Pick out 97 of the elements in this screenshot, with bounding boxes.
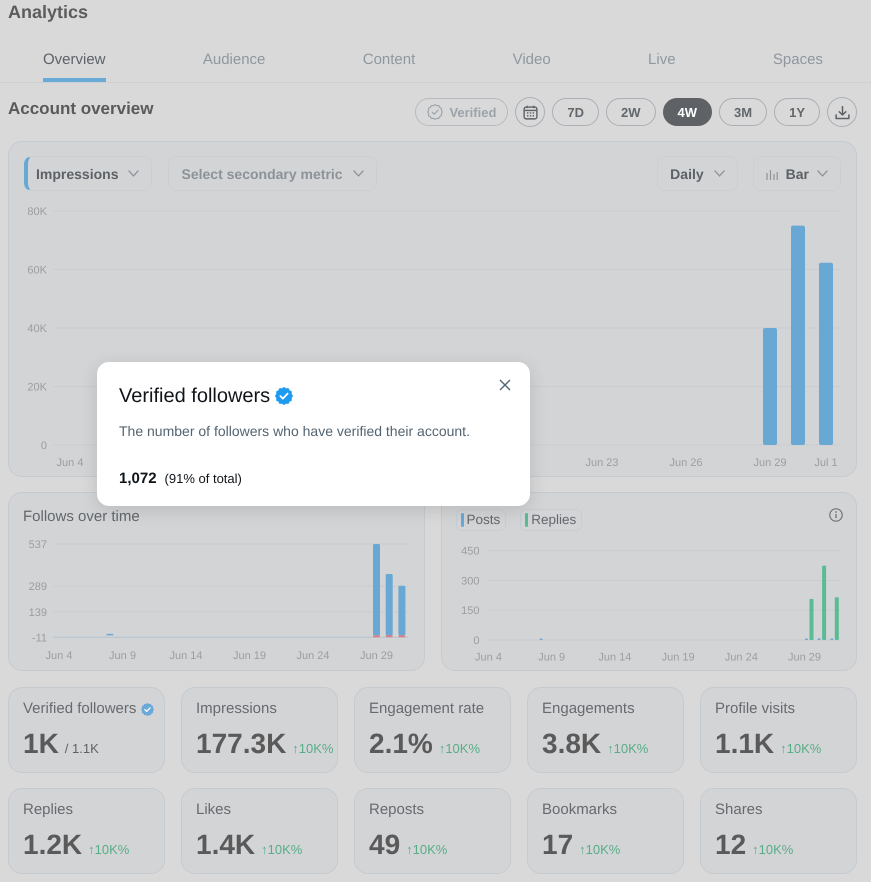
stat-value: 12: [715, 829, 746, 861]
axis-label: 80K: [27, 206, 47, 218]
axis-label: Jun 24: [724, 652, 758, 664]
stat-value: 1K: [23, 728, 59, 760]
axis-label: Jun 4: [56, 457, 84, 469]
interval-dropdown[interactable]: Daily: [657, 156, 738, 191]
stat-change: ↑10K%: [292, 740, 334, 758]
axis-label: 60K: [27, 264, 47, 276]
stat-value: 1.2K: [23, 829, 82, 861]
range-button[interactable]: 4W: [662, 98, 712, 126]
page-title: Analytics: [7, 1, 90, 24]
stat-label: Bookmarks: [542, 800, 618, 820]
axis-label: Jun 29: [787, 652, 821, 664]
calendar-button[interactable]: [515, 97, 546, 127]
axis-label: Jun 9: [109, 650, 136, 662]
info-icon[interactable]: [829, 508, 843, 522]
section-title: Account overview: [8, 98, 154, 120]
nav-tab[interactable]: Overview: [43, 24, 106, 82]
range-button[interactable]: 7D: [552, 98, 600, 126]
stat-value: 1.1K: [715, 728, 774, 760]
range-button[interactable]: 2W: [606, 98, 656, 126]
stat-label: Likes: [196, 800, 232, 820]
axis-label: 537: [28, 539, 47, 551]
stat-change: ↑10K%: [780, 740, 822, 758]
metric-dropdown[interactable]: Impressions: [24, 156, 152, 191]
stat-value: 1.4K: [196, 829, 256, 861]
verified-badge-icon: [427, 104, 444, 120]
stat-label: Profile visits: [715, 699, 796, 719]
axis-label: 450: [460, 546, 479, 558]
secondary-metric-dropdown[interactable]: Select secondary metric: [168, 156, 377, 191]
axis-label: Jun 9: [538, 652, 565, 664]
stat-label: Shares: [715, 800, 763, 820]
stat-label: Reposts: [369, 800, 424, 820]
axis-label: 300: [460, 576, 479, 588]
axis-label: Jun 29: [753, 457, 787, 469]
range-button[interactable]: 1Y: [774, 98, 820, 126]
nav-tab[interactable]: Audience: [202, 24, 266, 82]
download-button[interactable]: [827, 97, 857, 127]
stat-change: ↑10K%: [88, 841, 130, 859]
popover-description: The number of followers who have verified their account.: [119, 422, 470, 441]
stat-label: Engagements: [542, 699, 635, 719]
axis-label: 0: [40, 440, 47, 452]
stat-label: Verified followers: [23, 699, 136, 719]
bar-chart-icon: [766, 168, 778, 180]
axis-label: Jun 14: [598, 652, 631, 664]
popover-value: 1,072: [119, 469, 157, 489]
axis-label: -11: [32, 632, 47, 644]
axis-label: 150: [460, 605, 479, 618]
axis-label: Jun 29: [360, 650, 394, 662]
stat-change: ↑10K%: [579, 841, 620, 859]
legend-toggle[interactable]: Posts: [456, 509, 506, 531]
chevron-down-icon: [817, 170, 828, 177]
axis-label: 40K: [27, 323, 47, 335]
stat-total: / 1.1K: [64, 740, 99, 758]
stat-label: Impressions: [196, 699, 277, 719]
stat-label: Engagement rate: [369, 699, 484, 719]
chevron-down-icon: [128, 170, 140, 177]
chart-bar: [809, 598, 813, 640]
range-button[interactable]: 3M: [719, 98, 768, 126]
nav-tab[interactable]: Content: [362, 24, 416, 82]
chevron-down-icon: [352, 170, 364, 177]
axis-label: Jun 4: [46, 650, 72, 662]
axis-label: Jul 1: [814, 457, 838, 469]
download-icon: [834, 104, 850, 120]
axis-label: 139: [28, 606, 47, 619]
axis-label: Jun 24: [296, 650, 330, 662]
stat-value: 177.3K: [196, 728, 286, 760]
axis-label: 0: [472, 635, 479, 647]
nav-tab[interactable]: Spaces: [772, 24, 823, 82]
calendar-icon: [522, 104, 538, 120]
nav-tab[interactable]: Video: [512, 24, 551, 82]
stat-value: 49: [369, 829, 400, 861]
axis-label: Jun 14: [169, 650, 203, 662]
stat-value: 3.8K: [542, 728, 602, 760]
stat-value: 17: [542, 829, 574, 861]
axis-label: 20K: [27, 382, 47, 394]
axis-label: Jun 23: [585, 457, 619, 469]
stat-change: ↑10K%: [752, 841, 794, 859]
chevron-down-icon: [714, 170, 725, 177]
stat-change: ↑10K%: [406, 841, 448, 859]
legend-toggle[interactable]: Replies: [520, 509, 582, 531]
axis-label: Jun 19: [661, 652, 694, 664]
stat-change: ↑10K%: [438, 740, 480, 758]
close-icon: [499, 379, 511, 391]
stat-label: Replies: [23, 800, 74, 820]
axis-label: Jun 26: [669, 457, 703, 469]
stat-change: ↑10K%: [261, 841, 302, 859]
popover-share: (91% of total): [164, 470, 242, 488]
popover-title: Verified followers: [119, 384, 270, 408]
nav-tab[interactable]: Live: [648, 24, 676, 82]
stat-change: ↑10K%: [607, 740, 648, 758]
chart-type-dropdown[interactable]: Bar: [752, 156, 841, 191]
axis-label: Jun 4: [474, 652, 502, 664]
axis-label: Jun 19: [232, 650, 266, 662]
axis-label: 289: [28, 581, 47, 594]
stat-value: 2.1%: [369, 728, 433, 760]
chart-title: Follows over time: [23, 507, 140, 527]
